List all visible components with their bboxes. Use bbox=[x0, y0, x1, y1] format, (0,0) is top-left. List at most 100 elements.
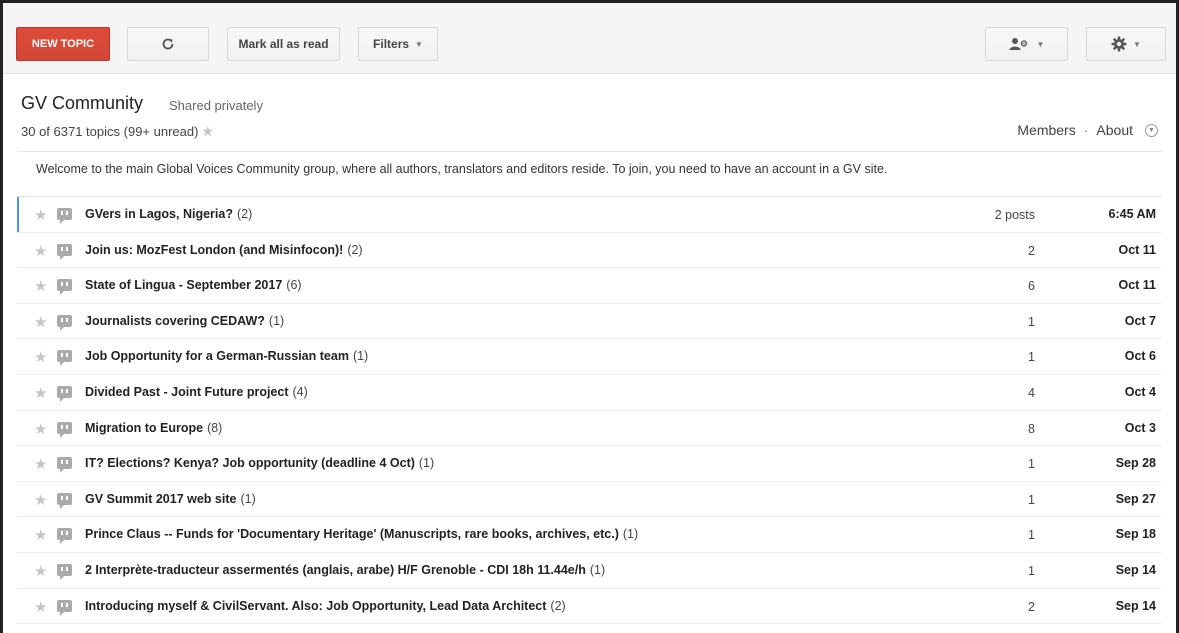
settings-button[interactable]: ▼ bbox=[1086, 27, 1166, 61]
star-icon[interactable]: ★ bbox=[34, 277, 47, 295]
topic-posts: 2 bbox=[1028, 243, 1035, 258]
star-icon[interactable]: ★ bbox=[34, 491, 47, 509]
topic-row[interactable]: ★ Migration to Europe (8) 8 Oct 3 bbox=[17, 411, 1162, 447]
toolbar: NEW TOPIC Mark all as read Filters ▼ ▼ ▼ bbox=[3, 3, 1176, 74]
topic-date: Sep 18 bbox=[1115, 527, 1156, 542]
star-icon[interactable]: ★ bbox=[34, 206, 47, 224]
star-icon[interactable]: ★ bbox=[34, 420, 47, 438]
topic-title[interactable]: Prince Claus -- Funds for 'Documentary H… bbox=[85, 527, 638, 541]
filters-label: Filters bbox=[373, 37, 410, 51]
header-links: Members · About ▼ bbox=[1017, 122, 1158, 138]
topic-title[interactable]: Migration to Europe (8) bbox=[85, 421, 222, 435]
forum-window: NEW TOPIC Mark all as read Filters ▼ ▼ ▼… bbox=[0, 0, 1179, 633]
topic-row[interactable]: ★ Join us: MozFest London (and Misinfoco… bbox=[17, 233, 1162, 269]
topic-count-text: 30 of 6371 topics (99+ unread) bbox=[21, 124, 199, 139]
topic-bubble-icon bbox=[57, 599, 72, 616]
topic-title[interactable]: Join us: MozFest London (and Misinfocon)… bbox=[85, 243, 363, 257]
star-icon[interactable]: ★ bbox=[34, 455, 47, 473]
new-topic-button[interactable]: NEW TOPIC bbox=[16, 27, 110, 61]
topic-bubble-icon bbox=[57, 385, 72, 402]
topic-date: Oct 11 bbox=[1118, 278, 1156, 293]
topic-date: Oct 3 bbox=[1124, 420, 1156, 435]
topic-date: Oct 7 bbox=[1124, 313, 1156, 328]
topic-posts: 1 bbox=[1028, 314, 1035, 329]
topic-row[interactable]: ★ Prince Claus -- Funds for 'Documentary… bbox=[17, 517, 1162, 553]
topic-reply-count: (2) bbox=[347, 242, 363, 257]
topic-bubble-icon bbox=[57, 243, 72, 260]
topic-row[interactable]: ★ Job Opportunity for a German-Russian t… bbox=[17, 339, 1162, 375]
members-icon bbox=[1009, 38, 1027, 50]
topic-list: ★ GVers in Lagos, Nigeria? (2) 2 posts 6:… bbox=[17, 196, 1162, 625]
topic-reply-count: (1) bbox=[352, 349, 369, 364]
topic-reply-count: (8) bbox=[207, 420, 223, 435]
topic-row[interactable]: ★ Divided Past - Joint Future project (4)… bbox=[17, 375, 1162, 411]
chevron-down-icon: ▼ bbox=[415, 39, 423, 49]
topic-date: 6:45 AM bbox=[1108, 207, 1156, 221]
group-title: GV Community bbox=[21, 93, 144, 113]
topic-row[interactable]: ★ Introducing myself & CivilServant. Als… bbox=[17, 589, 1162, 625]
about-link[interactable]: About bbox=[1096, 122, 1133, 138]
star-icon[interactable]: ★ bbox=[34, 562, 47, 580]
favorite-star-icon[interactable]: ★ bbox=[201, 123, 214, 139]
header-divider bbox=[17, 151, 1162, 152]
topic-title[interactable]: State of Lingua - September 2017 (6) bbox=[85, 278, 302, 292]
topic-title[interactable]: Job Opportunity for a German-Russian tea… bbox=[85, 349, 368, 363]
topic-reply-count: (6) bbox=[286, 278, 302, 293]
topic-posts: 1 bbox=[1028, 563, 1035, 578]
filters-button[interactable]: Filters ▼ bbox=[358, 27, 438, 61]
topic-posts: 1 bbox=[1028, 457, 1035, 472]
topic-row[interactable]: ★ GV Summit 2017 web site (1) 1 Sep 27 bbox=[17, 482, 1162, 518]
topic-bubble-icon bbox=[57, 563, 72, 580]
topic-row[interactable]: ★ State of Lingua - September 2017 (6) 6 … bbox=[17, 268, 1162, 304]
topic-reply-count: (1) bbox=[622, 527, 639, 542]
topic-row[interactable]: ★ Journalists covering CEDAW? (1) 1 Oct 7 bbox=[17, 304, 1162, 340]
chevron-down-icon: ▼ bbox=[1133, 39, 1141, 49]
topic-reply-count: (2) bbox=[550, 598, 566, 613]
topic-bubble-icon bbox=[57, 421, 72, 438]
topic-bubble-icon bbox=[57, 208, 72, 224]
topic-count: 30 of 6371 topics (99+ unread) ★ bbox=[21, 123, 214, 140]
topic-bubble-icon bbox=[57, 314, 72, 331]
mark-all-read-button[interactable]: Mark all as read bbox=[227, 27, 340, 61]
expand-about-icon[interactable]: ▼ bbox=[1145, 123, 1158, 137]
star-icon[interactable]: ★ bbox=[34, 384, 47, 402]
topic-title[interactable]: Introducing myself & CivilServant. Also:… bbox=[85, 599, 566, 613]
star-icon[interactable]: ★ bbox=[34, 526, 47, 544]
topic-posts: 1 bbox=[1028, 492, 1035, 507]
topic-row[interactable]: ★ GVers in Lagos, Nigeria? (2) 2 posts 6:… bbox=[17, 197, 1162, 233]
topic-posts: 6 bbox=[1028, 279, 1035, 294]
topic-title[interactable]: 2 Interprète-traducteur assermentés (ang… bbox=[85, 563, 605, 577]
topic-title[interactable]: Journalists covering CEDAW? (1) bbox=[85, 314, 284, 328]
chevron-down-icon: ▼ bbox=[1036, 39, 1045, 49]
group-description: Welcome to the main Global Voices Commun… bbox=[36, 162, 888, 176]
topic-date: Sep 28 bbox=[1115, 456, 1156, 471]
star-icon[interactable]: ★ bbox=[34, 598, 47, 616]
topic-reply-count: (1) bbox=[418, 456, 435, 471]
topic-posts: 1 bbox=[1028, 350, 1035, 365]
topic-title[interactable]: GVers in Lagos, Nigeria? (2) bbox=[85, 207, 252, 221]
topic-title[interactable]: GV Summit 2017 web site (1) bbox=[85, 492, 256, 506]
topic-bubble-icon bbox=[57, 492, 72, 509]
star-icon[interactable]: ★ bbox=[34, 313, 47, 331]
refresh-button[interactable] bbox=[127, 27, 209, 61]
gear-icon bbox=[1111, 36, 1127, 52]
members-link[interactable]: Members bbox=[1017, 122, 1075, 138]
star-icon[interactable]: ★ bbox=[34, 242, 47, 260]
topic-title[interactable]: IT? Elections? Kenya? Job opportunity (d… bbox=[85, 456, 434, 470]
link-separator: · bbox=[1083, 122, 1089, 138]
topic-date: Oct 4 bbox=[1124, 384, 1156, 399]
topic-reply-count: (1) bbox=[268, 313, 285, 328]
topic-date: Sep 14 bbox=[1115, 562, 1156, 577]
members-button[interactable]: ▼ bbox=[985, 27, 1068, 61]
topic-bubble-icon bbox=[57, 350, 72, 367]
topic-posts: 2 bbox=[1028, 599, 1035, 614]
star-icon[interactable]: ★ bbox=[34, 348, 47, 366]
topic-bubble-icon bbox=[57, 279, 72, 296]
topic-reply-count: (1) bbox=[589, 562, 606, 577]
topic-date: Oct 11 bbox=[1118, 242, 1156, 257]
topic-reply-count: (4) bbox=[292, 384, 308, 399]
topic-title[interactable]: Divided Past - Joint Future project (4) bbox=[85, 385, 308, 399]
topic-row[interactable]: ★ 2 Interprète-traducteur assermentés (a… bbox=[17, 553, 1162, 589]
topic-posts: 8 bbox=[1028, 421, 1035, 436]
topic-row[interactable]: ★ IT? Elections? Kenya? Job opportunity … bbox=[17, 446, 1162, 482]
